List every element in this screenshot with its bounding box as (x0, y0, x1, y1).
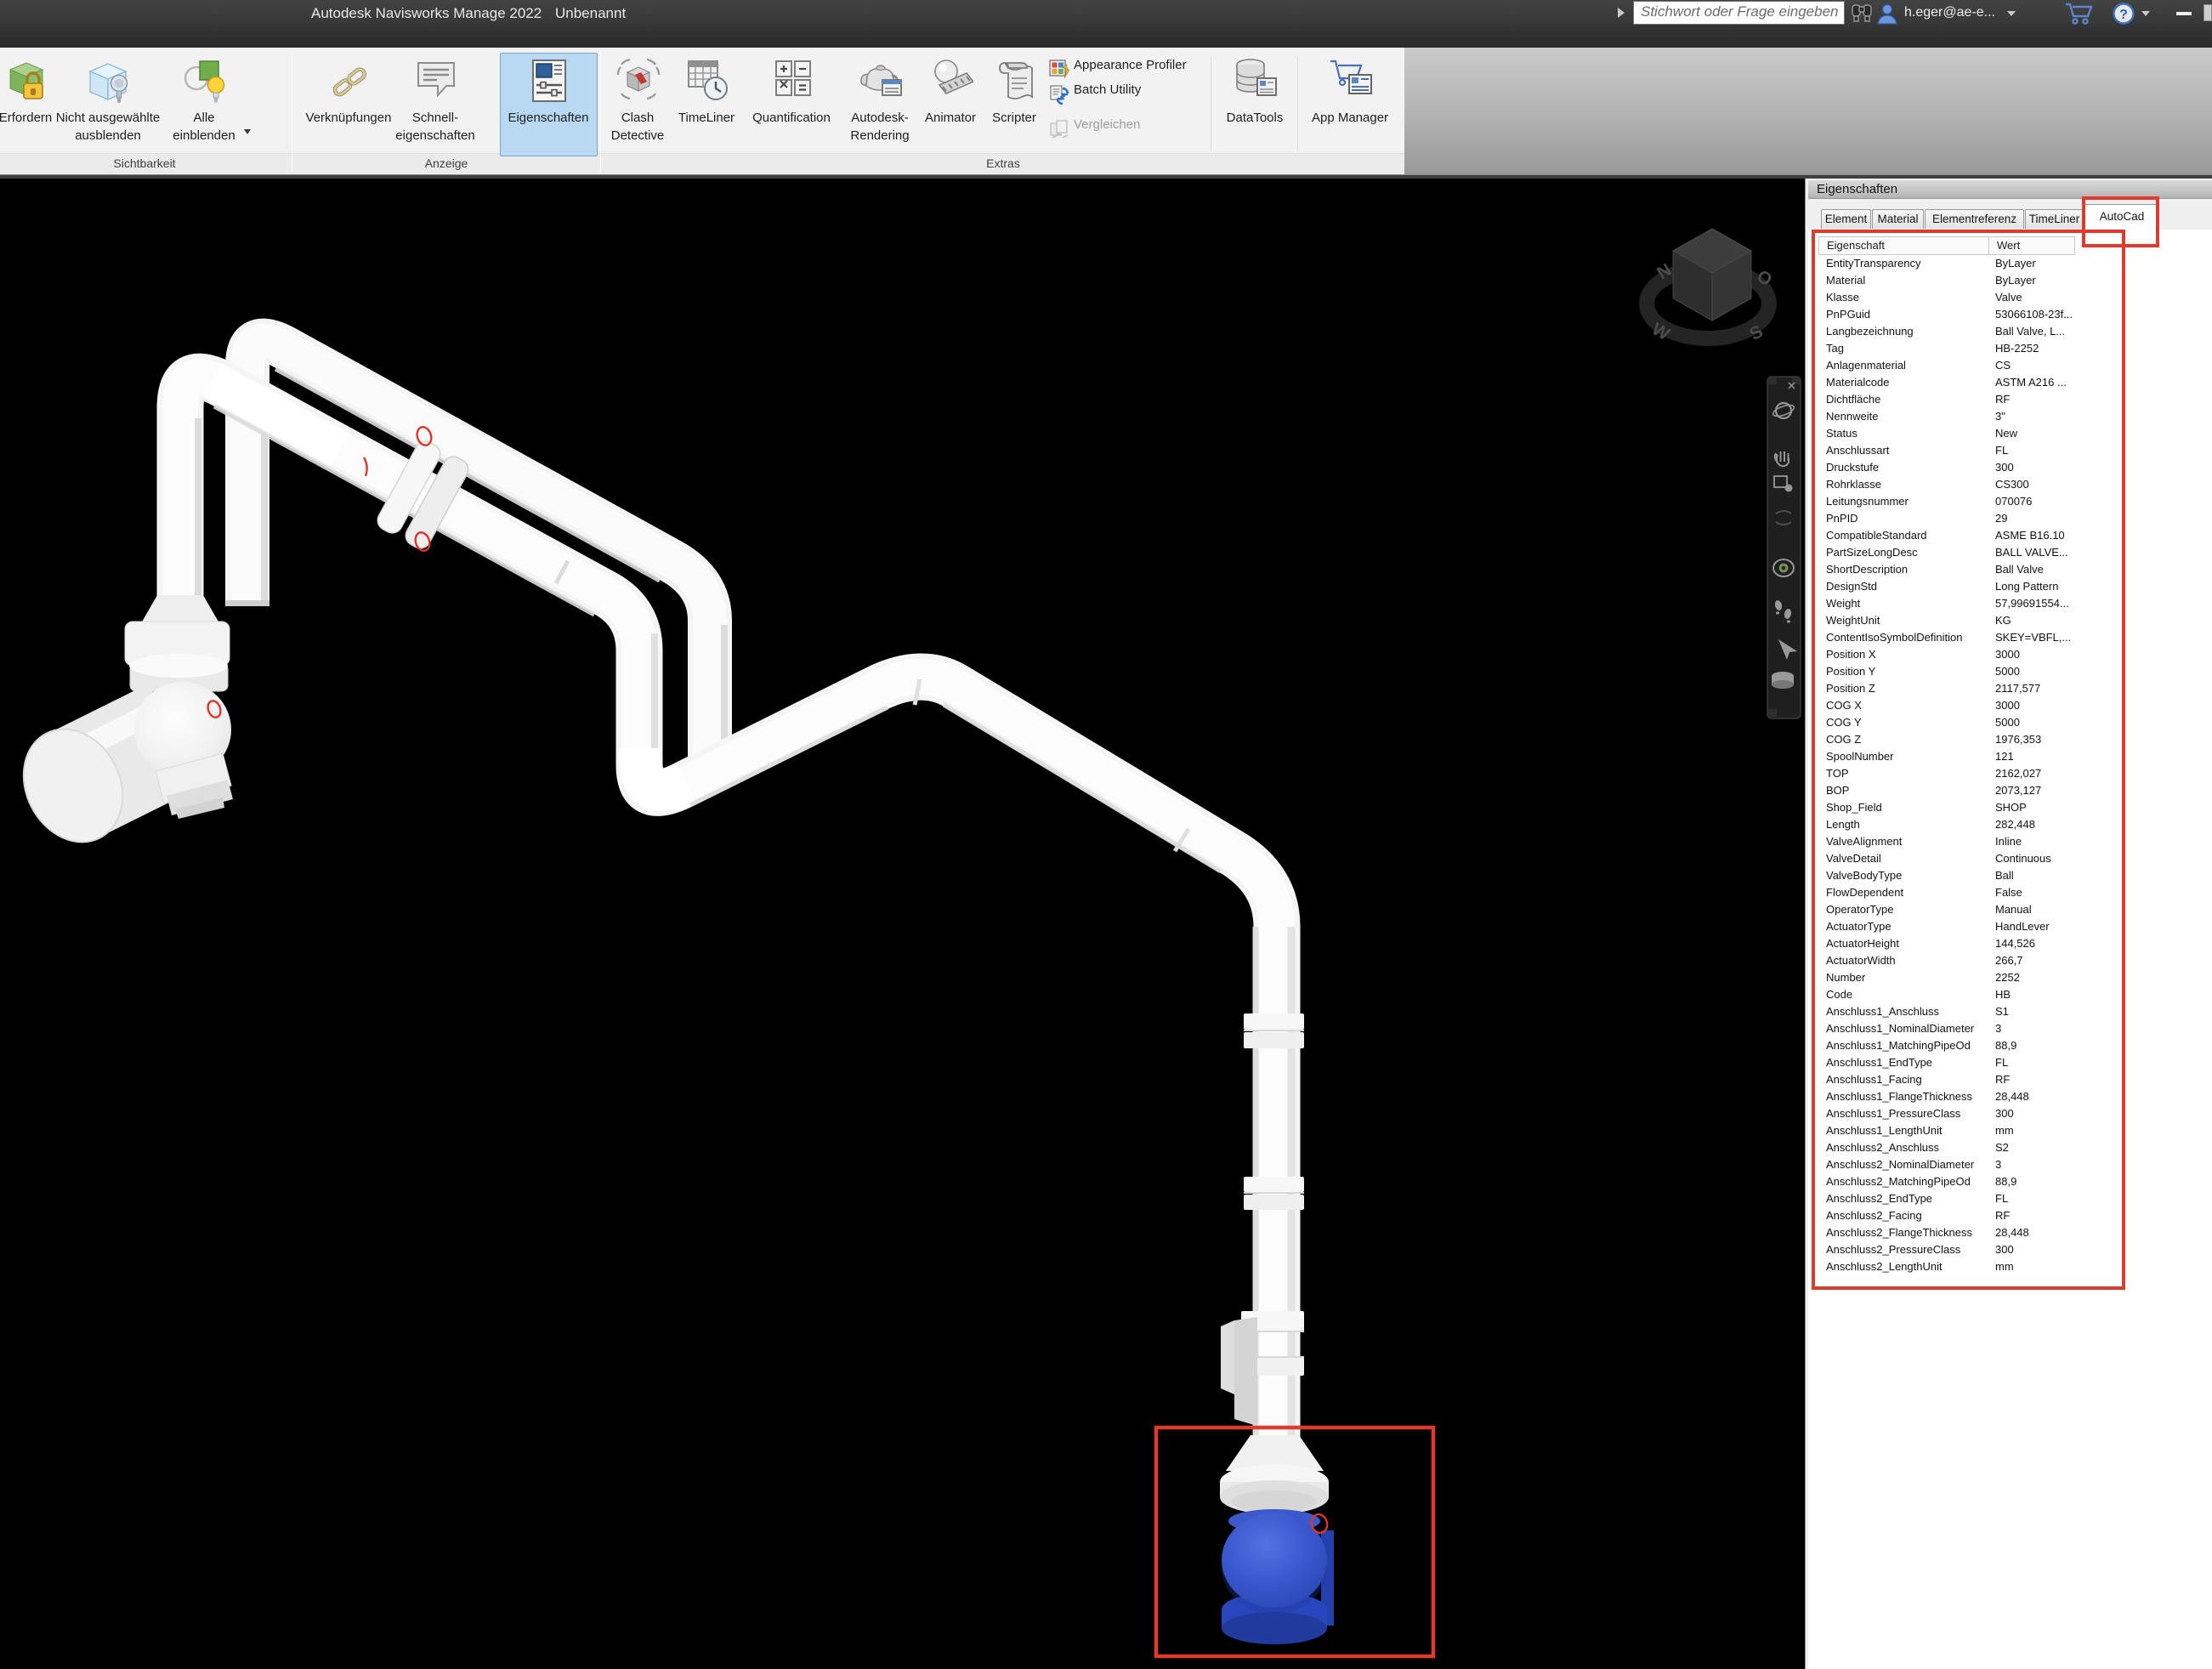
svg-text:?: ? (2119, 8, 2128, 22)
